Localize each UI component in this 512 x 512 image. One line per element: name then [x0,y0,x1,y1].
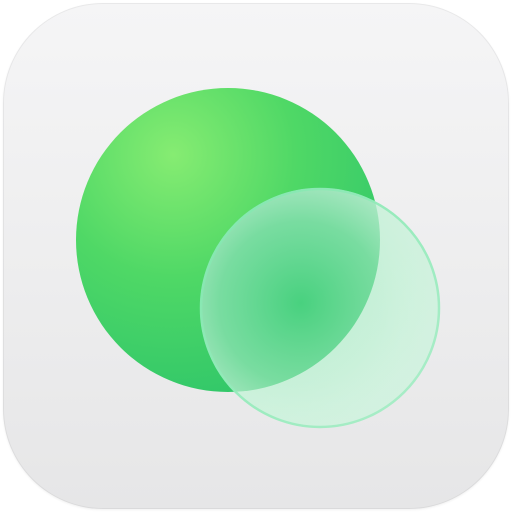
app-icon[interactable] [0,0,512,512]
overlapping-circles-icon [76,88,441,429]
